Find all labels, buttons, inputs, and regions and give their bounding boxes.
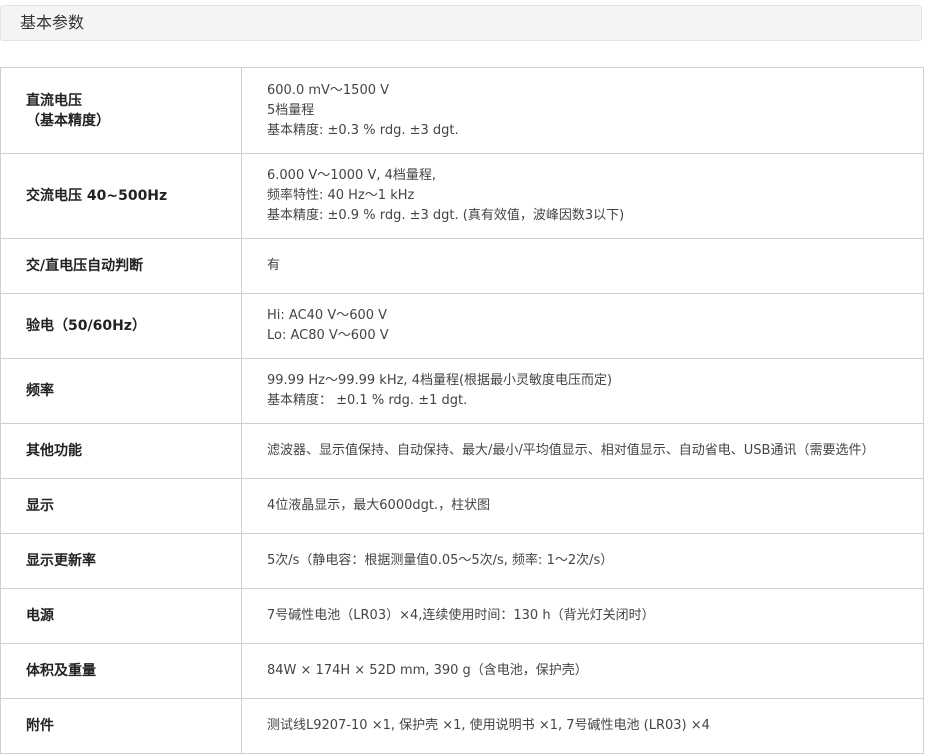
- table-row: 频率 99.99 Hz～99.99 kHz, 4档量程(根据最小灵敏度电压而定)…: [0, 358, 924, 424]
- spec-value-ac-voltage: 6.000 V～1000 V, 4档量程, 频率特性: 40 Hz～1 kHz …: [241, 153, 924, 239]
- section-title: 基本参数: [20, 13, 85, 32]
- spec-value-accessories: 测试线L9207-10 ×1, 保护壳 ×1, 使用说明书 ×1, 7号碱性电池…: [241, 698, 924, 754]
- value-line: 4位液晶显示，最大6000dgt.，柱状图: [267, 498, 491, 513]
- spec-value-display: 4位液晶显示，最大6000dgt.，柱状图: [241, 478, 924, 534]
- value-line: 84W × 174H × 52D mm, 390 g（含电池，保护壳）: [267, 663, 588, 678]
- value-line: 有: [267, 258, 281, 273]
- spec-key-frequency: 频率: [0, 358, 242, 424]
- table-row: 电源 7号碱性电池（LR03）×4,连续使用时间：130 h（背光灯关闭时）: [0, 588, 924, 644]
- section-header: 基本参数: [0, 5, 922, 41]
- spec-key-dc-voltage: 直流电压 （基本精度）: [0, 67, 242, 154]
- key-line: 电源: [26, 608, 54, 624]
- spec-key-refresh-rate: 显示更新率: [0, 533, 242, 589]
- value-line: 基本精度: ±0.9 % rdg. ±3 dgt. (真有效值，波峰因数3以下): [267, 208, 625, 223]
- spec-value-voltage-detect: Hi: AC40 V～600 V Lo: AC80 V～600 V: [241, 293, 924, 359]
- value-line: 5档量程: [267, 102, 315, 118]
- key-line: 频率: [26, 383, 54, 399]
- value-line: 基本精度： ±0.1 % rdg. ±1 dgt.: [267, 393, 468, 408]
- table-row: 附件 测试线L9207-10 ×1, 保护壳 ×1, 使用说明书 ×1, 7号碱…: [0, 698, 924, 754]
- spec-key-voltage-detect: 验电（50/60Hz）: [0, 293, 242, 359]
- key-line: 附件: [26, 718, 54, 734]
- key-line: 验电（50/60Hz）: [26, 318, 146, 334]
- spec-key-acdc-auto: 交/直电压自动判断: [0, 238, 242, 294]
- key-line: 交流电压 40~500Hz: [26, 188, 168, 204]
- key-line: 显示: [26, 498, 54, 514]
- table-row: 验电（50/60Hz） Hi: AC40 V～600 V Lo: AC80 V～…: [0, 293, 924, 359]
- table-row: 其他功能 滤波器、显示值保持、自动保持、最大/最小/平均值显示、相对值显示、自动…: [0, 423, 924, 479]
- spec-key-ac-voltage: 交流电压 40~500Hz: [0, 153, 242, 239]
- value-line: 测试线L9207-10 ×1, 保护壳 ×1, 使用说明书 ×1, 7号碱性电池…: [267, 718, 710, 733]
- key-line: 直流电压: [26, 92, 82, 109]
- spec-key-other-functions: 其他功能: [0, 423, 242, 479]
- spec-key-power: 电源: [0, 588, 242, 644]
- spec-key-display: 显示: [0, 478, 242, 534]
- value-line: 6.000 V～1000 V, 4档量程,: [267, 168, 437, 183]
- table-row: 交流电压 40~500Hz 6.000 V～1000 V, 4档量程, 频率特性…: [0, 153, 924, 239]
- spec-value-acdc-auto: 有: [241, 238, 924, 294]
- spec-value-size-weight: 84W × 174H × 52D mm, 390 g（含电池，保护壳）: [241, 643, 924, 699]
- table-row: 显示 4位液晶显示，最大6000dgt.，柱状图: [0, 478, 924, 534]
- spec-value-frequency: 99.99 Hz～99.99 kHz, 4档量程(根据最小灵敏度电压而定) 基本…: [241, 358, 924, 424]
- key-line: 显示更新率: [26, 553, 96, 569]
- value-line: 滤波器、显示值保持、自动保持、最大/最小/平均值显示、相对值显示、自动省电、US…: [267, 443, 875, 458]
- key-line: （基本精度）: [26, 112, 110, 129]
- spec-table: 直流电压 （基本精度） 600.0 mV～1500 V 5档量程 基本精度: ±…: [0, 67, 924, 754]
- table-row: 交/直电压自动判断 有: [0, 238, 924, 294]
- table-row: 直流电压 （基本精度） 600.0 mV～1500 V 5档量程 基本精度: ±…: [0, 67, 924, 154]
- value-line: 基本精度: ±0.3 % rdg. ±3 dgt.: [267, 122, 459, 138]
- value-line: 7号碱性电池（LR03）×4,连续使用时间：130 h（背光灯关闭时）: [267, 608, 655, 623]
- key-line: 其他功能: [26, 443, 82, 459]
- spec-key-size-weight: 体积及重量: [0, 643, 242, 699]
- spec-key-accessories: 附件: [0, 698, 242, 754]
- value-line: Hi: AC40 V～600 V: [267, 308, 388, 323]
- key-line: 交/直电压自动判断: [26, 258, 144, 274]
- key-line: 体积及重量: [26, 663, 96, 679]
- table-row: 显示更新率 5次/s（静电容：根据测量值0.05～5次/s, 频率: 1～2次/…: [0, 533, 924, 589]
- spec-value-other-functions: 滤波器、显示值保持、自动保持、最大/最小/平均值显示、相对值显示、自动省电、US…: [241, 423, 924, 479]
- table-row: 体积及重量 84W × 174H × 52D mm, 390 g（含电池，保护壳…: [0, 643, 924, 699]
- value-line: 99.99 Hz～99.99 kHz, 4档量程(根据最小灵敏度电压而定): [267, 373, 613, 388]
- value-line: 5次/s（静电容：根据测量值0.05～5次/s, 频率: 1～2次/s）: [267, 553, 614, 568]
- value-line: 600.0 mV～1500 V: [267, 82, 390, 98]
- value-line: 频率特性: 40 Hz～1 kHz: [267, 188, 415, 203]
- spec-value-dc-voltage: 600.0 mV～1500 V 5档量程 基本精度: ±0.3 % rdg. ±…: [241, 67, 924, 154]
- value-line: Lo: AC80 V～600 V: [267, 328, 389, 343]
- spec-value-refresh-rate: 5次/s（静电容：根据测量值0.05～5次/s, 频率: 1～2次/s）: [241, 533, 924, 589]
- spec-value-power: 7号碱性电池（LR03）×4,连续使用时间：130 h（背光灯关闭时）: [241, 588, 924, 644]
